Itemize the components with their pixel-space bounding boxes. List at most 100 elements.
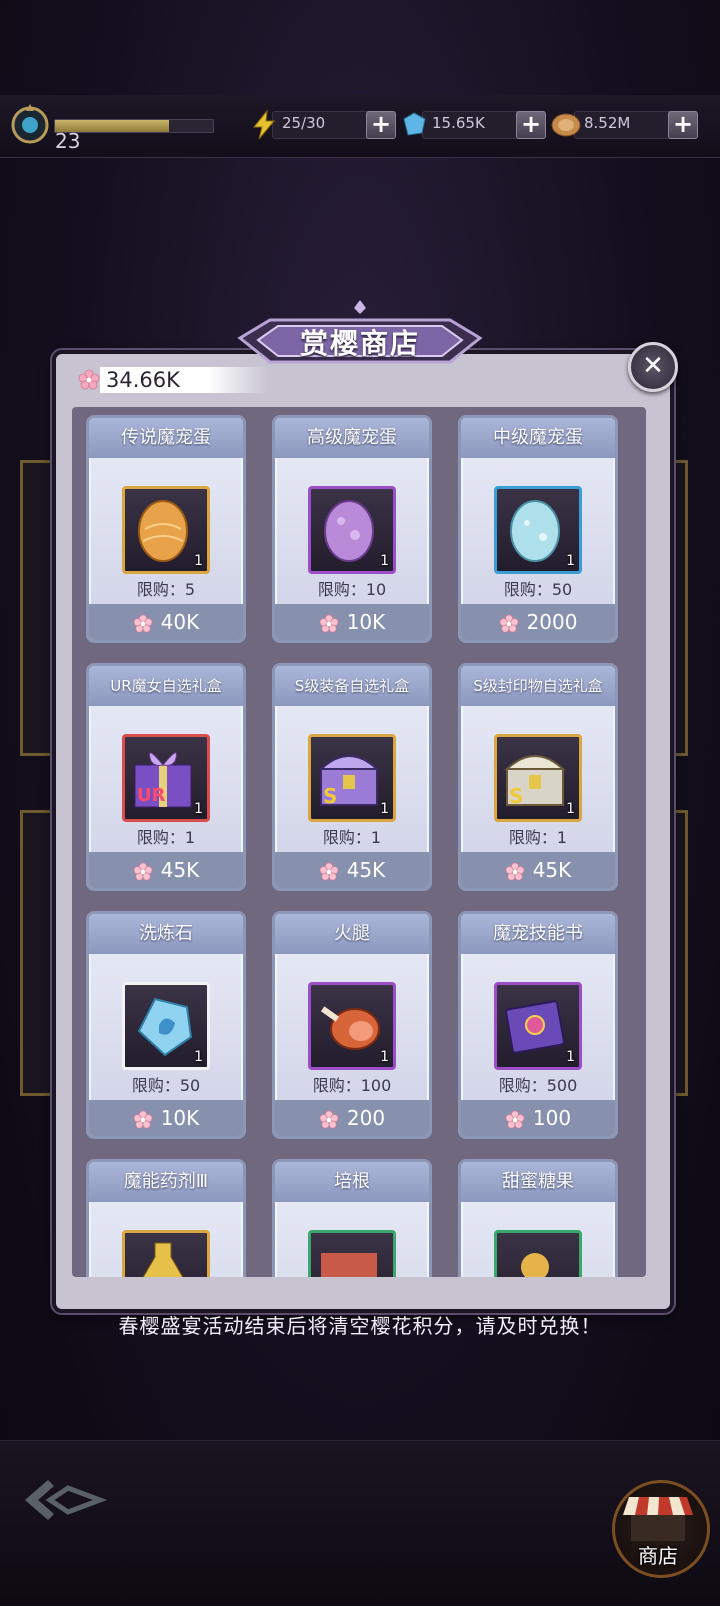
price-row: 40K bbox=[89, 604, 243, 640]
shop-item-card[interactable]: 中级魔宠蛋 1 限购：50 2000 bbox=[458, 415, 618, 643]
price-button[interactable]: 200 bbox=[275, 1100, 429, 1136]
add-gems-button[interactable]: + bbox=[516, 111, 546, 139]
purple-egg-icon bbox=[324, 500, 374, 562]
golden-egg-icon bbox=[138, 500, 188, 562]
item-name: 高级魔宠蛋 bbox=[275, 418, 429, 458]
back-arrow-icon[interactable] bbox=[20, 1470, 110, 1530]
item-name: S级装备自选礼盒 bbox=[275, 666, 429, 706]
shop-item-card[interactable]: 甜蜜糖果 bbox=[458, 1159, 618, 1277]
cherry-blossom-icon bbox=[78, 369, 100, 390]
price-value: 10K bbox=[160, 1106, 200, 1130]
item-name: 魔能药剂Ⅲ bbox=[89, 1162, 243, 1202]
close-button[interactable]: ✕ bbox=[628, 342, 678, 392]
purchase-limit: 限购：500 bbox=[498, 1076, 578, 1095]
shop-item-card[interactable]: S级装备自选礼盒 S 1 限购：1 45K bbox=[272, 663, 432, 891]
ur-gift-box-icon: UR bbox=[134, 752, 192, 808]
item-icon-frame[interactable] bbox=[308, 1230, 396, 1277]
purchase-limit: 限购：5 bbox=[136, 580, 196, 599]
price-row: 10K bbox=[275, 604, 429, 640]
item-icon-frame[interactable]: 1 bbox=[308, 982, 396, 1070]
shop-item-card[interactable]: S级封印物自选礼盒 S 1 限购：1 45K bbox=[458, 663, 618, 891]
potion-icon bbox=[142, 1242, 184, 1277]
item-icon-frame[interactable] bbox=[122, 1230, 210, 1277]
s-equipment-chest-icon: S bbox=[318, 755, 380, 808]
cherry-blossom-icon bbox=[319, 1110, 339, 1129]
price-button[interactable]: 45K bbox=[89, 852, 243, 888]
price-value: 45K bbox=[160, 858, 200, 882]
item-quantity: 1 bbox=[566, 801, 575, 817]
refine-stone-icon bbox=[137, 997, 193, 1057]
shop-item-card[interactable]: 传说魔宠蛋 1 限购：5 40K bbox=[86, 415, 246, 643]
top-resource-bar: 23 25/30 + 15.65K + 8.52M + bbox=[0, 95, 720, 158]
price-row: 10K bbox=[89, 1100, 243, 1136]
gem-value: 15.65K bbox=[432, 114, 485, 132]
item-icon-frame[interactable]: 1 bbox=[308, 486, 396, 574]
level-badge-icon[interactable] bbox=[6, 101, 54, 149]
purchase-limit: 限购：10 bbox=[317, 580, 387, 599]
price-button[interactable]: 45K bbox=[275, 852, 429, 888]
price-row: 45K bbox=[461, 852, 615, 888]
event-notice: 春樱盛宴活动结束后将清空樱花积分，请及时兑换！ bbox=[118, 1314, 602, 1338]
item-name: 传说魔宠蛋 bbox=[89, 418, 243, 458]
cherry-blossom-icon bbox=[505, 862, 525, 881]
shop-title: 赏樱商店 bbox=[299, 327, 420, 360]
svg-text:S: S bbox=[509, 784, 523, 808]
item-icon-frame[interactable]: 1 bbox=[494, 982, 582, 1070]
lightning-icon bbox=[252, 109, 276, 140]
price-row: 200 bbox=[275, 1100, 429, 1136]
price-value: 40K bbox=[160, 610, 200, 634]
price-button[interactable]: 2000 bbox=[461, 604, 615, 640]
cherry-blossom-icon bbox=[319, 862, 339, 881]
item-quantity: 1 bbox=[194, 1049, 203, 1065]
purchase-limit: 限购：100 bbox=[312, 1076, 392, 1095]
shop-item-card[interactable]: 培根 bbox=[272, 1159, 432, 1277]
price-button[interactable]: 10K bbox=[275, 604, 429, 640]
energy-value: 25/30 bbox=[282, 114, 326, 132]
item-quantity: 1 bbox=[380, 1049, 389, 1065]
price-button[interactable]: 100 bbox=[461, 1100, 615, 1136]
item-quantity: 1 bbox=[194, 553, 203, 569]
price-button[interactable]: 10K bbox=[89, 1100, 243, 1136]
add-energy-button[interactable]: + bbox=[366, 111, 396, 139]
svg-text:S: S bbox=[323, 784, 337, 808]
add-coins-button[interactable]: + bbox=[668, 111, 698, 139]
price-row: 45K bbox=[275, 852, 429, 888]
price-value: 45K bbox=[346, 858, 386, 882]
player-level: 23 bbox=[55, 129, 81, 153]
price-value: 10K bbox=[346, 610, 386, 634]
item-icon-frame[interactable]: S1 bbox=[308, 734, 396, 822]
cherry-blossom-icon bbox=[505, 1110, 525, 1129]
item-quantity: 1 bbox=[380, 801, 389, 817]
item-icon-frame[interactable]: UR 1 bbox=[122, 734, 210, 822]
item-icon-frame[interactable]: 1 bbox=[122, 486, 210, 574]
coin-icon bbox=[551, 113, 581, 137]
item-name: 火腿 bbox=[275, 914, 429, 954]
points-value: 34.66K bbox=[106, 368, 180, 392]
item-icon-frame[interactable] bbox=[494, 1230, 582, 1277]
shop-item-card[interactable]: 洗炼石 1 限购：50 10K bbox=[86, 911, 246, 1139]
item-icon-frame[interactable]: 1 bbox=[494, 486, 582, 574]
cherry-blossom-icon bbox=[133, 862, 153, 881]
blue-egg-icon bbox=[510, 500, 560, 562]
bacon-icon bbox=[321, 1253, 377, 1277]
item-name: 中级魔宠蛋 bbox=[461, 418, 615, 458]
shop-stall-icon bbox=[623, 1497, 693, 1541]
svg-text:UR: UR bbox=[137, 785, 166, 806]
purchase-limit: 限购：1 bbox=[508, 828, 568, 847]
s-seal-chest-icon: S bbox=[504, 755, 566, 808]
shop-item-card[interactable]: UR魔女自选礼盒 UR 1 限购：1 45K bbox=[86, 663, 246, 891]
shop-item-card[interactable]: 魔能药剂Ⅲ bbox=[86, 1159, 246, 1277]
price-value: 200 bbox=[346, 1106, 386, 1130]
candy-icon bbox=[521, 1253, 549, 1277]
item-icon-frame[interactable]: S1 bbox=[494, 734, 582, 822]
shop-item-card[interactable]: 高级魔宠蛋 1 限购：10 10K bbox=[272, 415, 432, 643]
price-button[interactable]: 45K bbox=[461, 852, 615, 888]
item-icon-frame[interactable]: 1 bbox=[122, 982, 210, 1070]
shop-item-card[interactable]: 火腿 1 限购：100 200 bbox=[272, 911, 432, 1139]
shop-item-card[interactable]: 魔宠技能书 1 限购：500 100 bbox=[458, 911, 618, 1139]
price-button[interactable]: 40K bbox=[89, 604, 243, 640]
item-name: S级封印物自选礼盒 bbox=[461, 666, 615, 706]
diamond-icon bbox=[403, 112, 426, 136]
background-frame-left bbox=[20, 460, 56, 756]
item-quantity: 1 bbox=[194, 801, 203, 817]
